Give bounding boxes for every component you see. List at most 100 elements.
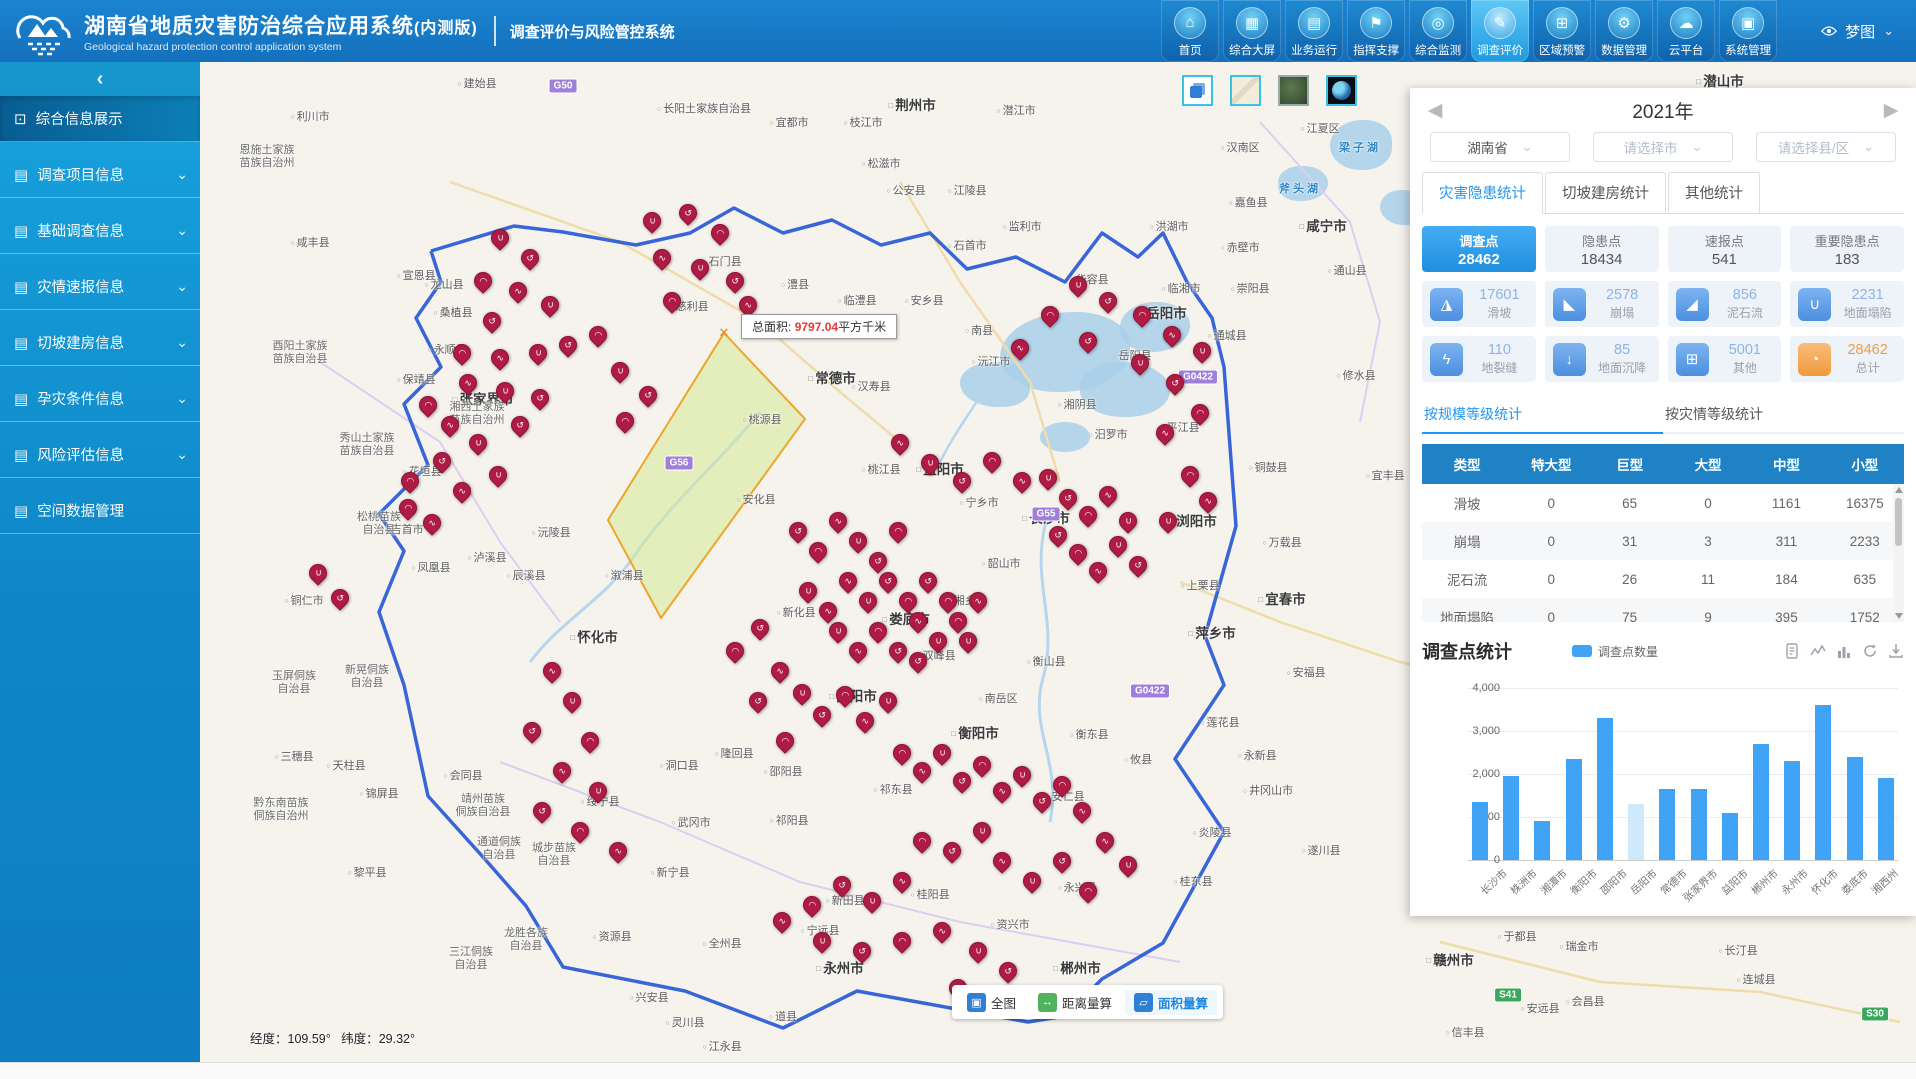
sidebar-item-切坡建房信息[interactable]: ▤切坡建房信息⌄	[0, 320, 200, 366]
refresh-icon[interactable]	[1862, 643, 1878, 659]
hazard-marker[interactable]: ∿	[1013, 472, 1031, 490]
hazard-marker[interactable]: ◠	[1069, 544, 1087, 562]
bar-怀化市[interactable]	[1815, 705, 1831, 860]
hazard-marker[interactable]: ◠	[913, 832, 931, 850]
hazard-marker[interactable]: ∿	[771, 662, 789, 680]
nav-item-调查评价[interactable]: ✎调查评价	[1471, 0, 1529, 62]
hazard-marker[interactable]: ∿	[909, 612, 927, 630]
layers-icon[interactable]	[1182, 75, 1213, 106]
hazard-marker[interactable]: ∿	[1163, 326, 1181, 344]
hazard-marker[interactable]: ↺	[523, 722, 541, 740]
hazard-marker[interactable]: ∿	[1199, 492, 1217, 510]
hazard-marker[interactable]: ∿	[993, 782, 1011, 800]
hazard-marker[interactable]: ∿	[459, 374, 477, 392]
bar-娄底市[interactable]	[1847, 757, 1863, 860]
hazard-marker[interactable]: ◠	[571, 822, 589, 840]
hazard-marker[interactable]: ∿	[441, 416, 459, 434]
tab-其他统计[interactable]: 其他统计	[1668, 172, 1760, 213]
hazard-marker[interactable]: ↺	[559, 336, 577, 354]
hazard-marker[interactable]: ∪	[933, 744, 951, 762]
bar-株洲市[interactable]	[1503, 776, 1519, 860]
hazard-marker[interactable]: ↺	[679, 204, 697, 222]
bar-长沙市[interactable]	[1472, 802, 1488, 860]
table-scrollbar[interactable]	[1893, 484, 1904, 622]
hazard-marker[interactable]: ∿	[423, 514, 441, 532]
subtab-按灾情等级统计[interactable]: 按灾情等级统计	[1663, 398, 1904, 432]
hazard-marker[interactable]: ◠	[893, 744, 911, 762]
hazard-marker[interactable]: ∿	[609, 842, 627, 860]
bar-永州市[interactable]	[1784, 761, 1800, 860]
sidebar-collapse-button[interactable]: ‹	[0, 62, 200, 96]
year-next-button[interactable]: ▶	[1878, 99, 1904, 122]
map-tool-面积量算[interactable]: ▱面积量算	[1125, 990, 1217, 1015]
hazard-marker[interactable]: ∪	[1131, 354, 1149, 372]
hazard-marker[interactable]: ∪	[829, 622, 847, 640]
bar-郴州市[interactable]	[1753, 744, 1769, 860]
hazard-marker[interactable]: ∿	[933, 922, 951, 940]
hazard-marker[interactable]: ↺	[531, 389, 549, 407]
hazard-marker[interactable]: ↺	[1049, 526, 1067, 544]
hazard-marker[interactable]: ∪	[469, 434, 487, 452]
hazard-marker[interactable]: ∪	[859, 592, 877, 610]
hazard-marker[interactable]: ↺	[1033, 792, 1051, 810]
sidebar-item-基础调查信息[interactable]: ▤基础调查信息⌄	[0, 208, 200, 254]
hazard-marker[interactable]: ◠	[1079, 882, 1097, 900]
hazard-marker[interactable]: ∿	[1099, 486, 1117, 504]
hazard-marker[interactable]: ◠	[889, 522, 907, 540]
hazard-marker[interactable]: ∿	[839, 572, 857, 590]
hazard-marker[interactable]: ∿	[1156, 424, 1174, 442]
hazard-marker[interactable]: ∪	[799, 582, 817, 600]
scroll-up-icon[interactable]	[1895, 487, 1903, 493]
bar-岳阳市[interactable]	[1628, 804, 1644, 860]
nav-item-数据管理[interactable]: ⚙数据管理	[1595, 0, 1653, 62]
hazard-marker[interactable]: ∿	[893, 872, 911, 890]
hazard-marker[interactable]: ↺	[869, 552, 887, 570]
hazard-marker[interactable]: ∿	[543, 662, 561, 680]
summary-card-调查点[interactable]: 调查点28462	[1422, 226, 1536, 272]
region-select-2[interactable]: 请选择县/区⌄	[1756, 132, 1896, 162]
summary-card-速报点[interactable]: 速报点541	[1668, 226, 1782, 272]
year-prev-button[interactable]: ◀	[1422, 99, 1448, 122]
hazard-marker[interactable]: ↺	[953, 772, 971, 790]
hazard-marker[interactable]: ∿	[1096, 832, 1114, 850]
hazard-marker[interactable]: ∪	[1039, 469, 1057, 487]
hazard-marker[interactable]: ∿	[913, 762, 931, 780]
street-basemap-button[interactable]	[1230, 75, 1261, 106]
hazard-marker[interactable]: ↺	[789, 522, 807, 540]
hazard-marker[interactable]: ↺	[749, 692, 767, 710]
hazard-marker[interactable]: ↺	[943, 842, 961, 860]
hazard-marker[interactable]: ◠	[581, 732, 599, 750]
hazard-marker[interactable]: ◠	[474, 272, 492, 290]
bar-衡阳市[interactable]	[1566, 759, 1582, 860]
hazard-marker[interactable]: ↺	[521, 249, 539, 267]
hazard-marker[interactable]: ◠	[1079, 506, 1097, 524]
hazard-marker[interactable]: ∿	[453, 482, 471, 500]
line-chart-icon[interactable]	[1810, 643, 1826, 659]
hazard-marker[interactable]: ↺	[813, 706, 831, 724]
nav-item-指挥支撑[interactable]: ⚑指挥支撑	[1347, 0, 1405, 62]
hazard-marker[interactable]: ∪	[1069, 276, 1087, 294]
download-icon[interactable]	[1888, 643, 1904, 659]
bar-张家界市[interactable]	[1691, 789, 1707, 860]
hazard-marker[interactable]: ∿	[509, 282, 527, 300]
hazard-marker[interactable]: ∪	[611, 362, 629, 380]
hazard-marker[interactable]: ↺	[853, 942, 871, 960]
hazard-marker[interactable]: ↺	[919, 572, 937, 590]
hazard-marker[interactable]: ∪	[691, 259, 709, 277]
hazard-marker[interactable]: ◠	[899, 592, 917, 610]
sidebar-item-空间数据管理[interactable]: ▤空间数据管理	[0, 488, 200, 534]
hazard-marker[interactable]: ◠	[973, 756, 991, 774]
hazard-marker[interactable]: ∪	[793, 684, 811, 702]
sidebar-item-综合信息展示[interactable]: ⊡综合信息展示	[0, 96, 200, 142]
hazard-marker[interactable]: ∪	[563, 692, 581, 710]
hazard-marker[interactable]: ◠	[836, 686, 854, 704]
hazard-marker[interactable]: ∪	[1023, 872, 1041, 890]
hazard-marker[interactable]: ∪	[959, 632, 977, 650]
hazard-marker[interactable]: ↺	[879, 572, 897, 590]
bottom-scroll-strip[interactable]	[0, 1062, 1916, 1079]
hazard-marker[interactable]: ↺	[331, 589, 349, 607]
hazard-marker[interactable]: ∿	[1073, 802, 1091, 820]
hazard-marker[interactable]: ↺	[483, 312, 501, 330]
hazard-marker[interactable]: ∪	[1159, 512, 1177, 530]
data-view-icon[interactable]	[1784, 643, 1800, 659]
